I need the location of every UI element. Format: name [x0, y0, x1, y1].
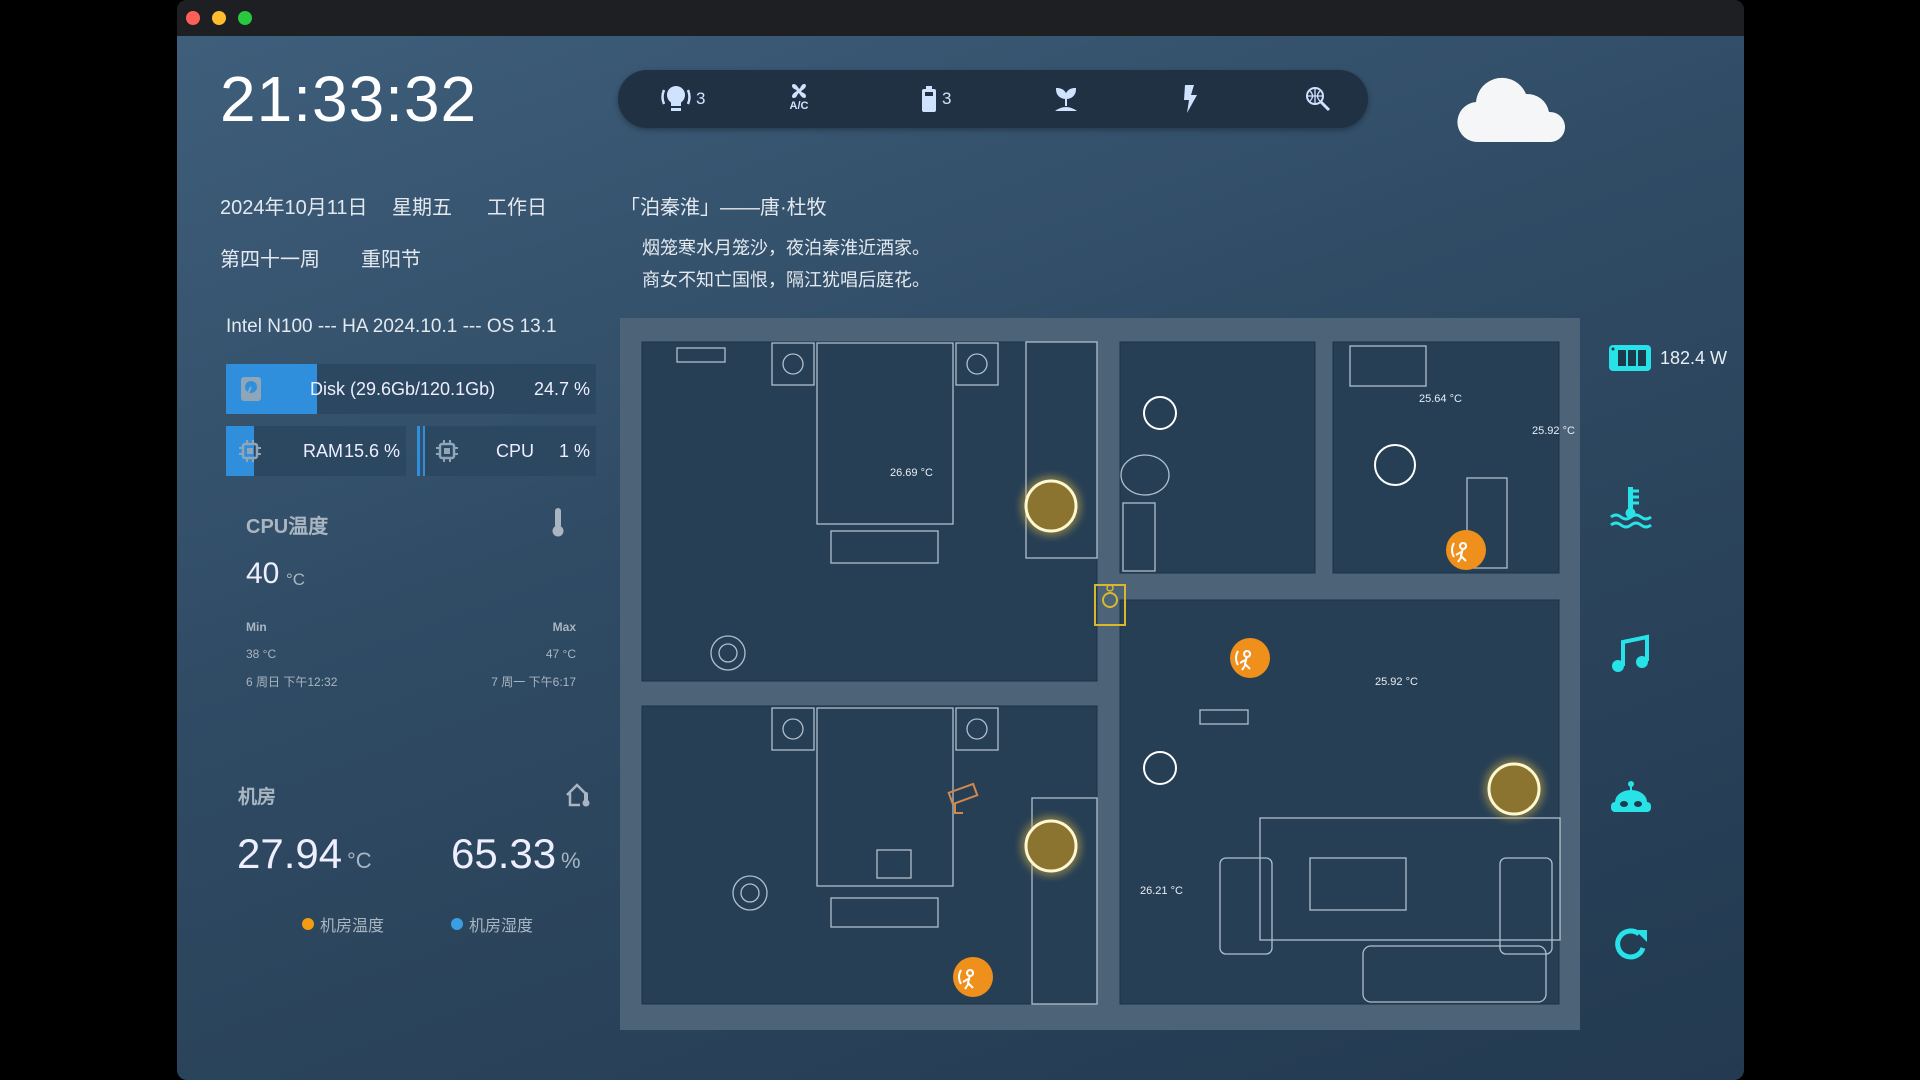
device-toolbar: 3 A/C 3 [618, 70, 1368, 128]
system-info: Intel N100 --- HA 2024.10.1 --- OS 13.1 [226, 316, 557, 337]
min-time: 6 周日 下午12:32 [246, 675, 338, 689]
clock: 21:33:32 [220, 63, 478, 135]
cloud-icon[interactable] [1457, 72, 1567, 144]
room-humidity: 65.33 [451, 830, 557, 877]
chip-icon [436, 440, 458, 462]
plant-icon [1055, 87, 1077, 111]
legend-label: 机房温度 [320, 918, 385, 935]
divider [417, 426, 420, 476]
energy-button[interactable] [1181, 82, 1199, 116]
ac-button[interactable]: A/C [788, 82, 810, 116]
cpu-usage-bar: CPU 1 % [423, 426, 596, 476]
lightbulb-icon [661, 85, 691, 111]
day-type: 工作日 [487, 197, 547, 219]
refresh-icon[interactable] [1609, 922, 1653, 966]
robot-icon[interactable] [1609, 778, 1653, 822]
light-on[interactable] [1487, 762, 1541, 816]
max-label: Max [552, 620, 576, 634]
disk-value: 24.7 % [533, 379, 590, 399]
room-temperature-label: 25.92 °C [1375, 676, 1418, 688]
water-temperature-icon[interactable] [1609, 485, 1653, 529]
poem-title: 「泊秦淮」——唐·杜牧 [620, 197, 827, 219]
legend-temperature[interactable]: 机房温度 [302, 912, 384, 936]
power-value: 182.4 W [1660, 347, 1728, 368]
room-history-chart [219, 950, 605, 1030]
cpu-temp-value: 40 [246, 557, 280, 590]
cpu-temp-unit: °C [286, 570, 306, 589]
room-temp-unit: °C [347, 848, 372, 873]
legend-dot [451, 918, 463, 930]
cpu-label: CPU [496, 441, 535, 461]
week-number: 第四十一周 [220, 249, 320, 271]
min-value: 38 °C [246, 647, 277, 661]
room-temperature-label: 25.92 °C [1532, 425, 1575, 437]
room-temperature-label: 26.69 °C [890, 467, 933, 479]
room-bathroom[interactable] [1119, 341, 1316, 574]
cpu-value: 1 % [558, 441, 590, 461]
power-meter-icon [1609, 345, 1651, 371]
light-on[interactable] [1024, 479, 1078, 533]
weekday: 星期五 [392, 197, 452, 219]
card-title: 机房 [238, 787, 277, 808]
battery-icon [922, 86, 936, 112]
poem-line: 商女不知亡国恨，隔江犹唱后庭花。 [642, 270, 930, 290]
chip-icon [239, 440, 261, 462]
minimize-button[interactable] [212, 11, 226, 25]
ac-fan-icon [792, 84, 806, 98]
card-title: CPU温度 [246, 516, 329, 538]
cpu-usage-fill [423, 426, 425, 476]
harddisk-icon [241, 377, 261, 401]
machine-room-card[interactable]: 机房 27.94 °C 65.33 % 机房温度 机房湿度 [219, 770, 609, 1030]
cpu-temp-card[interactable]: CPU温度 40 °C Min Max 38 °C 47 °C 6 周日 下午1… [226, 495, 596, 735]
plant-button[interactable] [1051, 82, 1081, 116]
lightning-icon [1184, 85, 1197, 113]
legend-label: 机房湿度 [469, 918, 534, 935]
battery-button[interactable]: 3 [920, 82, 951, 116]
poem-line: 烟笼寒水月笼沙，夜泊秦淮近酒家。 [642, 238, 930, 258]
max-value: 47 °C [545, 647, 576, 661]
battery-count: 3 [942, 89, 952, 108]
room-temperature-label: 25.64 °C [1419, 393, 1462, 405]
music-icon[interactable] [1609, 632, 1653, 676]
room-kitchen[interactable] [1332, 341, 1560, 574]
home-thermometer-icon [566, 783, 590, 807]
globe-search-icon [1306, 87, 1331, 112]
ram-value: 15.6 % [343, 441, 400, 461]
room-temperature-label: 26.21 °C [1140, 885, 1183, 897]
festival: 重阳节 [361, 249, 421, 271]
disk-usage-bar: Disk (29.6Gb/120.1Gb) 24.7 % [226, 364, 596, 414]
ram-usage-bar: RAM 15.6 % [226, 426, 406, 476]
room-hum-unit: % [561, 848, 581, 873]
ram-label: RAM [303, 441, 343, 461]
dashboard-window: 21:33:32 2024年10月11日 星期五 工作日 第四十一周 重阳节 「… [177, 0, 1744, 1080]
maximize-button[interactable] [238, 11, 252, 25]
legend-dot [302, 918, 314, 930]
lights-button[interactable]: 3 [660, 82, 705, 116]
ac-label: A/C [789, 100, 809, 112]
date: 2024年10月11日 [220, 197, 368, 219]
close-button[interactable] [186, 11, 200, 25]
title-bar [177, 0, 1744, 36]
lights-count: 3 [696, 89, 706, 108]
max-time: 7 周一 下午6:17 [491, 675, 576, 689]
disk-label: Disk (29.6Gb/120.1Gb) [310, 379, 496, 399]
room-temperature: 27.94 [237, 830, 343, 877]
min-label: Min [246, 620, 267, 634]
power-meter[interactable]: 182.4 W [1608, 344, 1727, 372]
network-search-button[interactable] [1304, 82, 1332, 116]
thermometer-icon [552, 508, 564, 537]
light-on[interactable] [1024, 819, 1078, 873]
legend-humidity[interactable]: 机房湿度 [451, 912, 533, 936]
floor-plan: 26.69 °C 25.64 °C 25.92 °C 25.92 °C 26.2… [620, 318, 1580, 1030]
cpu-temp-sparkline [226, 705, 596, 729]
